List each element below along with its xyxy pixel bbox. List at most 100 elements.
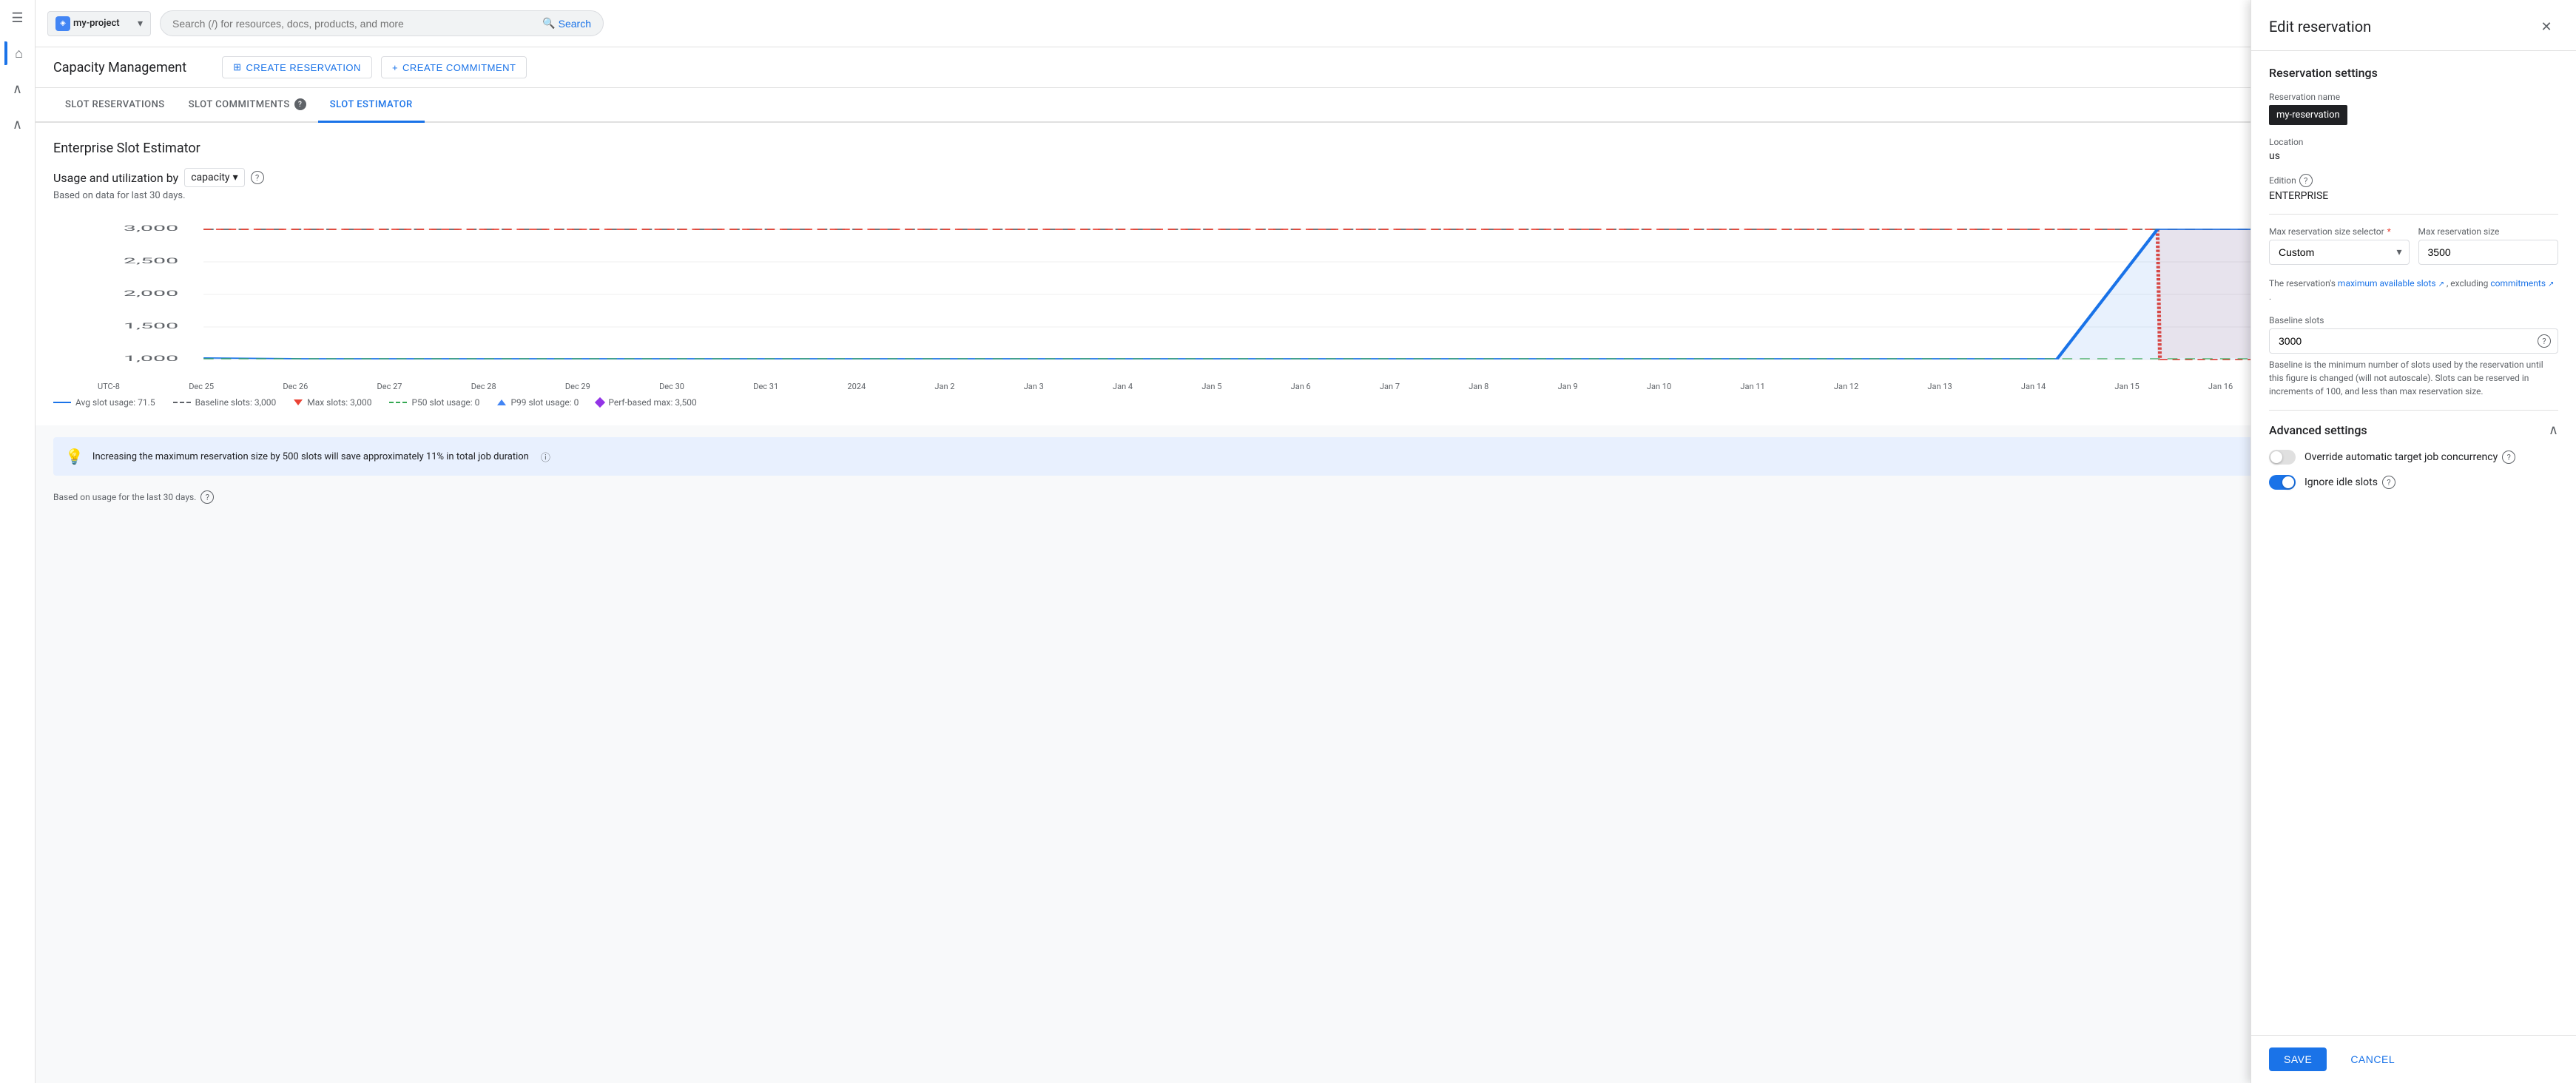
search-input[interactable] bbox=[172, 18, 536, 30]
search-bar[interactable]: 🔍 Search bbox=[160, 10, 604, 36]
capacity-selector[interactable]: capacity ▾ bbox=[184, 168, 244, 187]
legend-avg-slot-usage: Avg slot usage: 71.5 bbox=[53, 397, 155, 408]
location-label: Location bbox=[2269, 137, 2558, 147]
max-reservation-size-input[interactable] bbox=[2418, 240, 2559, 265]
chart-container: 3,000 2,500 2,000 1,500 1,000 bbox=[53, 213, 2558, 376]
chart-header: Usage and utilization by capacity ▾ ? bbox=[53, 168, 2558, 187]
svg-text:2,500: 2,500 bbox=[124, 257, 178, 266]
advanced-settings-section: Advanced settings ∧ Override automatic t… bbox=[2269, 410, 2558, 490]
section-title: Enterprise Slot Estimator bbox=[53, 141, 2558, 156]
sidebar-collapse-icon2[interactable]: ∧ bbox=[6, 112, 30, 136]
chart-svg: 3,000 2,500 2,000 1,500 1,000 bbox=[53, 213, 2558, 376]
baseline-slots-label: Baseline slots bbox=[2269, 315, 2558, 325]
project-name: my-project bbox=[73, 18, 135, 29]
tab-slot-reservations[interactable]: SLOT RESERVATIONS bbox=[53, 88, 177, 123]
max-reservation-size-label: Max reservation size bbox=[2418, 226, 2559, 237]
chart-section: Enterprise Slot Estimator Usage and util… bbox=[36, 123, 2576, 425]
svg-text:3,000: 3,000 bbox=[124, 224, 178, 233]
sidebar-collapse-icon1[interactable]: ∧ bbox=[6, 77, 30, 101]
override-toggle[interactable] bbox=[2269, 450, 2296, 465]
commitments-link[interactable]: commitments ↗ bbox=[2490, 278, 2554, 289]
max-size-row: Max reservation size selector * Custom M… bbox=[2269, 226, 2558, 265]
search-icon: 🔍 bbox=[542, 17, 555, 30]
create-reservation-button[interactable]: ⊞ CREATE RESERVATION bbox=[222, 56, 372, 78]
create-commitment-icon: + bbox=[392, 62, 398, 73]
chart-legend: Avg slot usage: 71.5 Baseline slots: 3,0… bbox=[53, 397, 2558, 408]
baseline-slots-input[interactable] bbox=[2269, 328, 2558, 354]
baseline-desc: Baseline is the minimum number of slots … bbox=[2269, 358, 2558, 398]
legend-p50: P50 slot usage: 0 bbox=[389, 397, 479, 408]
baseline-help-icon[interactable]: ? bbox=[2538, 334, 2551, 348]
page-title: Capacity Management bbox=[53, 60, 186, 75]
max-size-selector-label: Max reservation size selector * bbox=[2269, 226, 2410, 237]
tab-help-icon: ? bbox=[294, 98, 306, 110]
legend-perf-max: Perf-based max: 3,500 bbox=[596, 397, 696, 408]
edition-field: Edition ? ENTERPRISE bbox=[2269, 174, 2558, 202]
legend-avg-icon bbox=[53, 402, 71, 403]
edition-value: ENTERPRISE bbox=[2269, 190, 2558, 202]
max-available-slots-link[interactable]: maximum available slots ↗ bbox=[2338, 278, 2447, 289]
legend-perf-icon bbox=[595, 397, 605, 408]
svg-text:2,000: 2,000 bbox=[124, 289, 178, 298]
ignore-idle-help-icon[interactable]: ? bbox=[2382, 476, 2395, 489]
ignore-idle-toggle-knob bbox=[2282, 476, 2294, 488]
usage-label: Based on usage for the last 30 days. ? bbox=[36, 487, 2576, 507]
sidebar-menu-icon[interactable]: ☰ bbox=[6, 6, 30, 30]
search-button[interactable]: 🔍 Search bbox=[542, 17, 591, 30]
info-banner-icon: 💡 bbox=[65, 448, 84, 465]
close-panel-button[interactable]: ✕ bbox=[2535, 15, 2558, 38]
chart-title: Usage and utilization by bbox=[53, 171, 178, 185]
legend-p99: P99 slot usage: 0 bbox=[497, 397, 579, 408]
reservation-name-field: Reservation name my-reservation bbox=[2269, 92, 2558, 125]
side-panel-header: Edit reservation ✕ bbox=[2251, 0, 2576, 51]
advanced-settings-title: Advanced settings bbox=[2269, 423, 2367, 437]
edition-label: Edition ? bbox=[2269, 174, 2558, 187]
max-reservation-size-group: Max reservation size bbox=[2418, 226, 2559, 265]
info-help-icon[interactable]: ⓘ bbox=[541, 450, 550, 464]
tab-slot-estimator[interactable]: SLOT ESTIMATOR bbox=[318, 88, 425, 123]
page-header: Capacity Management ⊞ CREATE RESERVATION… bbox=[36, 47, 2576, 88]
side-panel-body: Reservation settings Reservation name my… bbox=[2251, 51, 2576, 1035]
edition-help-icon[interactable]: ? bbox=[2299, 174, 2313, 187]
topbar: ◈ my-project ▾ 🔍 Search 🔔 ? ⚙ A bbox=[36, 0, 2576, 47]
override-toggle-label: Override automatic target job concurrenc… bbox=[2304, 451, 2515, 464]
ignore-idle-toggle-row: Ignore idle slots ? bbox=[2269, 475, 2558, 490]
header-actions: ⊞ CREATE RESERVATION + CREATE COMMITMENT bbox=[222, 56, 527, 78]
legend-baseline-slots: Baseline slots: 3,000 bbox=[173, 397, 277, 408]
reservation-name-label: Reservation name bbox=[2269, 92, 2558, 102]
chart-help-icon[interactable]: ? bbox=[251, 171, 264, 184]
ignore-idle-toggle-label: Ignore idle slots ? bbox=[2304, 476, 2395, 489]
project-selector[interactable]: ◈ my-project ▾ bbox=[47, 11, 151, 36]
project-dropdown-icon[interactable]: ▾ bbox=[138, 18, 143, 30]
create-commitment-button[interactable]: + CREATE COMMITMENT bbox=[381, 56, 527, 78]
capacity-dropdown-icon: ▾ bbox=[233, 172, 238, 183]
advanced-settings-header[interactable]: Advanced settings ∧ bbox=[2269, 422, 2558, 438]
reservation-name-value: my-reservation bbox=[2269, 105, 2347, 125]
max-size-helper-text: The reservation's maximum available slot… bbox=[2269, 277, 2558, 303]
baseline-input-wrapper: ? bbox=[2269, 328, 2558, 354]
svg-text:1,000: 1,000 bbox=[124, 354, 178, 363]
location-value: us bbox=[2269, 150, 2558, 162]
side-panel-title: Edit reservation bbox=[2269, 18, 2371, 36]
project-logo: ◈ bbox=[55, 16, 70, 31]
override-toggle-row: Override automatic target job concurrenc… bbox=[2269, 450, 2558, 465]
x-axis-labels: UTC-8 Dec 25 Dec 26 Dec 27 Dec 28 Dec 29… bbox=[53, 382, 2558, 391]
sidebar: ☰ ⌂ ∧ ∧ bbox=[0, 0, 36, 1083]
location-field: Location us bbox=[2269, 137, 2558, 162]
override-toggle-knob bbox=[2270, 451, 2282, 463]
max-size-selector-input[interactable]: Custom Max available slots bbox=[2269, 240, 2410, 265]
reservation-settings-heading: Reservation settings bbox=[2269, 66, 2558, 80]
legend-max-slots: Max slots: 3,000 bbox=[294, 397, 371, 408]
active-indicator bbox=[4, 41, 7, 65]
tabs-bar: SLOT RESERVATIONS SLOT COMMITMENTS ? SLO… bbox=[36, 88, 2576, 123]
cancel-button[interactable]: CANCEL bbox=[2336, 1047, 2410, 1071]
ignore-idle-toggle[interactable] bbox=[2269, 475, 2296, 490]
chart-data-note: Based on data for last 30 days. bbox=[53, 190, 2558, 201]
override-help-icon[interactable]: ? bbox=[2502, 451, 2515, 464]
divider bbox=[2269, 214, 2558, 215]
legend-p99-icon bbox=[497, 399, 506, 405]
tab-slot-commitments[interactable]: SLOT COMMITMENTS ? bbox=[177, 88, 318, 123]
save-button[interactable]: SAVE bbox=[2269, 1047, 2327, 1071]
sidebar-home-icon[interactable]: ⌂ bbox=[7, 41, 31, 65]
usage-help-icon[interactable]: ? bbox=[200, 490, 214, 504]
